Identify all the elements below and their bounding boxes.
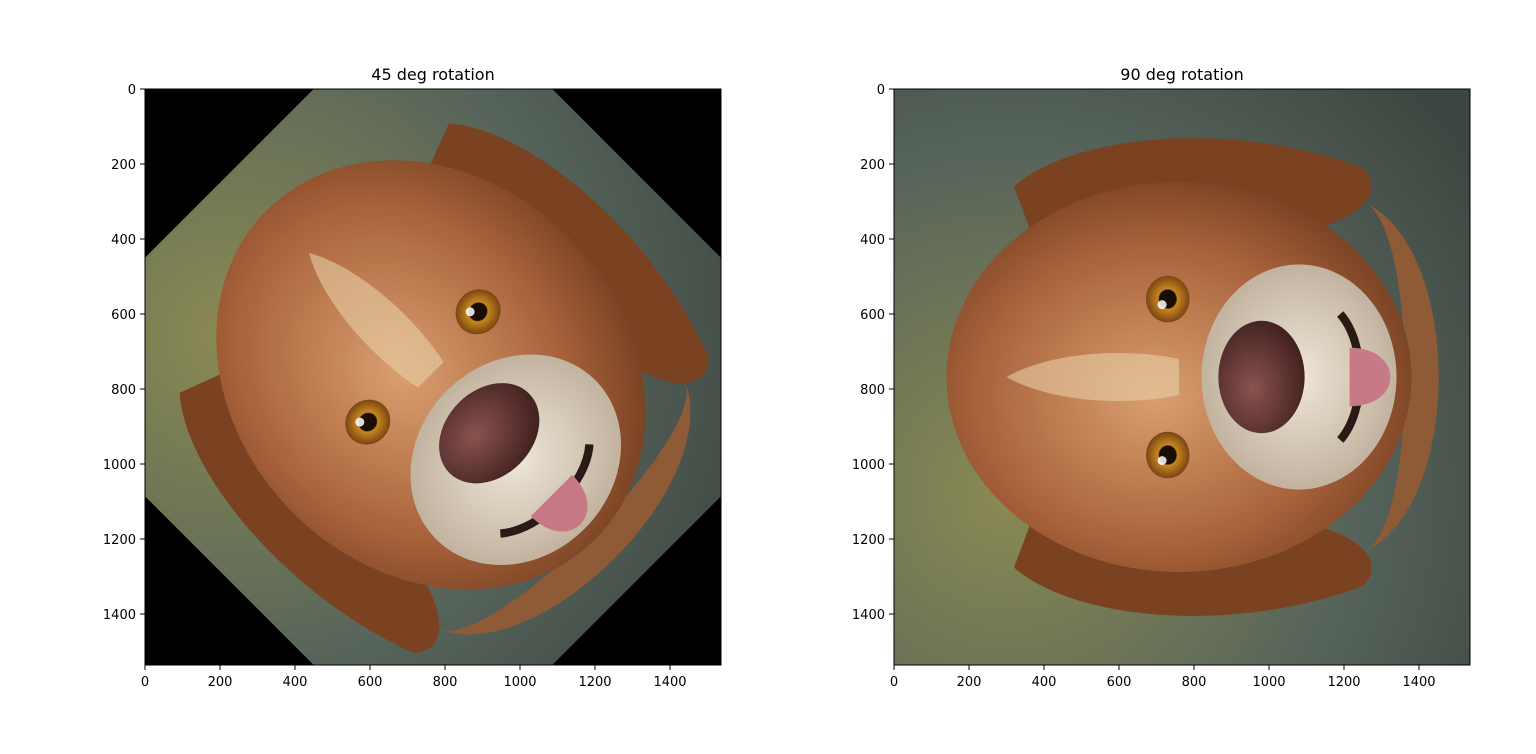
y-tick-label: 200 [860, 158, 885, 173]
y-tick-label: 600 [860, 308, 885, 323]
eye-highlight-right [1157, 300, 1167, 310]
panel-title-45-deg: 45 deg rotation [371, 65, 494, 84]
x-tick-label: 600 [1107, 675, 1132, 690]
y-tick-label: 1200 [852, 533, 885, 548]
x-tick-label: 0 [141, 675, 149, 690]
y-tick-label: 0 [877, 83, 885, 98]
y-tick-label: 600 [111, 308, 136, 323]
x-tick-label: 400 [283, 675, 308, 690]
x-tick-label: 1000 [503, 675, 536, 690]
panel-90-deg: 0 200 400 600 800 1000 1200 1400 0 200 400 600 800 10… [852, 65, 1471, 690]
y-tick-label: 400 [111, 233, 136, 248]
y-tick-label: 800 [111, 383, 136, 398]
x-tick-label: 200 [208, 675, 233, 690]
y-tick-label: 1200 [103, 533, 136, 548]
x-tick-label: 1000 [1252, 675, 1285, 690]
dog-eye-left [1146, 431, 1190, 479]
y-tick-label: 200 [111, 158, 136, 173]
x-tick-label: 800 [1182, 675, 1207, 690]
axes-90-deg [894, 89, 1470, 665]
x-tick-label: 1400 [1402, 675, 1435, 690]
y-tick-label: 1000 [103, 458, 136, 473]
y-tick-label: 400 [860, 233, 885, 248]
eye-highlight-left [1157, 456, 1167, 466]
y-tick-label: 0 [128, 83, 136, 98]
x-tick-label: 600 [358, 675, 383, 690]
x-tick-label: 800 [433, 675, 458, 690]
panel-title-90-deg: 90 deg rotation [1120, 65, 1243, 84]
x-tick-label: 200 [957, 675, 982, 690]
y-tick-label: 1000 [852, 458, 885, 473]
x-tick-label: 1200 [1327, 675, 1360, 690]
dog-nose [1218, 320, 1305, 434]
y-tick-label: 800 [860, 383, 885, 398]
x-tick-label: 1200 [578, 675, 611, 690]
y-tick-label: 1400 [852, 608, 885, 623]
y-tick-label: 1400 [103, 608, 136, 623]
dog-eye-right [1146, 275, 1190, 323]
x-tick-label: 0 [890, 675, 898, 690]
dog-image-rotated-90 [894, 89, 1470, 665]
panel-45-deg: 0 200 400 600 800 1000 1200 1400 0 200 400 600 800 10… [103, 65, 722, 690]
x-tick-label: 1400 [653, 675, 686, 690]
axes-45-deg [145, 89, 721, 665]
x-tick-label: 400 [1032, 675, 1057, 690]
figure: 0 200 400 600 800 1000 1200 1400 0 200 400 600 800 10… [103, 65, 1471, 690]
